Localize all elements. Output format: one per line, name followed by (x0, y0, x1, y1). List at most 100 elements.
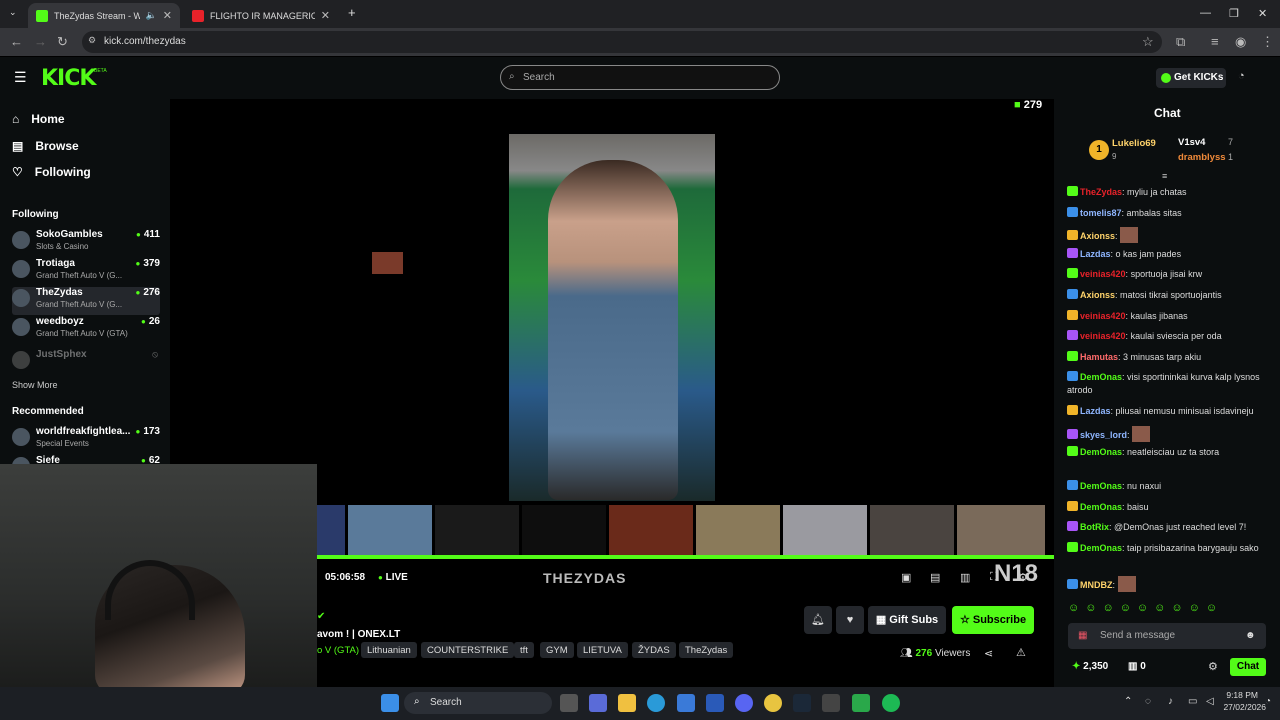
chat-message[interactable]: DemOnas: neatleisciau uz ta stora (1067, 446, 1267, 459)
subscribe-button[interactable]: ☆ Subscribe (952, 606, 1034, 634)
tab-youtube[interactable]: FLIGHTO IR MANAGERIO PIRM ✕ (184, 3, 338, 28)
tag[interactable]: Lithuanian (361, 642, 417, 658)
url-field[interactable]: kick.com/thezydas (82, 31, 1162, 53)
speaker-icon[interactable]: 🔈 (146, 10, 157, 21)
close-icon[interactable]: ✕ (321, 9, 330, 22)
windows-start-icon[interactable] (381, 694, 399, 712)
new-tab-icon[interactable]: + (348, 5, 356, 20)
report-icon[interactable]: ⚠ (1016, 646, 1026, 659)
discord-icon[interactable] (735, 694, 753, 712)
menu-dots-icon[interactable]: ⋮ (1261, 34, 1274, 50)
reload-icon[interactable]: ↻ (57, 34, 68, 50)
chat-username[interactable]: DemOnas (1080, 543, 1122, 553)
chat-message[interactable]: DemOnas: nu naxui (1067, 480, 1267, 493)
chat-username[interactable]: Lazdas (1080, 406, 1111, 416)
chat-message-input[interactable]: Send a message (1068, 623, 1266, 649)
search-input[interactable]: Search (500, 65, 780, 90)
chat-username[interactable]: Axionss (1080, 231, 1115, 241)
chat-message[interactable]: Lazdas: pliusai nemusu minisuai isdavine… (1067, 405, 1267, 418)
chat-message[interactable]: DemOnas: visi sportininkai kurva kalp ly… (1067, 371, 1267, 397)
sidebar-item-following[interactable]: ♡ Following (12, 165, 91, 179)
chat-username[interactable]: Hamutas (1080, 352, 1118, 362)
emote-bar[interactable]: ☺☺☺☺☺☺☺☺☺ (1068, 602, 1223, 614)
profile-icon[interactable]: ◉ (1235, 34, 1246, 50)
chat-message[interactable]: veinias420: sportuoja jisai krw (1067, 268, 1267, 281)
chat-username[interactable]: DemOnas (1080, 372, 1122, 382)
channel-item-selected[interactable]: TheZydas Grand Theft Auto V (G... 276 (12, 287, 160, 315)
live-progress-bar[interactable] (317, 555, 1054, 559)
task-view-icon[interactable] (560, 694, 578, 712)
file-explorer-icon[interactable] (618, 694, 636, 712)
miniplayer-icon[interactable]: ▤ (930, 571, 940, 584)
chat-message[interactable]: BotRix: @DemOnas just reached level 7! (1067, 521, 1267, 534)
store-icon[interactable] (677, 694, 695, 712)
edge-icon[interactable] (647, 694, 665, 712)
back-icon[interactable]: ← (10, 34, 23, 49)
microphone-icon[interactable]: ♪ (1168, 696, 1173, 707)
close-icon[interactable]: ✕ (163, 9, 172, 22)
chat-username[interactable]: tomelis87 (1080, 208, 1122, 218)
chat-message[interactable]: Hamutas: 3 minusas tarp akiu (1067, 351, 1267, 364)
chat-username[interactable]: Axionss (1080, 290, 1115, 300)
steam-icon[interactable] (793, 694, 811, 712)
sidebar-item-browse[interactable]: ▤ Browse (12, 139, 79, 153)
chat-message[interactable]: tomelis87: ambalas sitas (1067, 207, 1267, 220)
show-more-link[interactable]: Show More (12, 380, 58, 390)
chat-message[interactable]: Axionss: matosi tikrai sportuojantis (1067, 289, 1267, 302)
network-icon[interactable]: ▭ (1188, 696, 1197, 707)
chat-username[interactable]: DemOnas (1080, 502, 1122, 512)
chat-username[interactable]: veinias420 (1080, 331, 1126, 341)
channel-points[interactable]: ✦ 2,350 (1072, 661, 1108, 672)
user-avatar-icon[interactable]: ◔ (1238, 70, 1245, 82)
follow-button[interactable]: ♥ (836, 606, 864, 634)
chat-message[interactable]: TheZydas: myliu ja chatas (1067, 186, 1267, 199)
leaderboard-user[interactable]: dramblyss (1178, 152, 1226, 163)
chrome-icon[interactable] (764, 694, 782, 712)
clip-icon[interactable]: ▥ (960, 571, 970, 584)
taskbar-search[interactable]: Search (404, 692, 552, 714)
share-icon[interactable]: ⋖ (984, 647, 993, 660)
tray-chevron-icon[interactable]: ⌃ (1124, 696, 1132, 707)
gift-counter[interactable]: ▥ 0 (1128, 661, 1146, 672)
chat-username[interactable]: TheZydas (1080, 187, 1122, 197)
chat-message[interactable]: veinias420: kaulai sviescia per oda (1067, 330, 1267, 343)
extensions-icon[interactable]: ⧉ (1176, 34, 1185, 50)
theater-mode-icon[interactable]: ▣ (901, 571, 911, 584)
notification-bell-button[interactable]: 🔔︎ (804, 606, 832, 634)
minimize-icon[interactable]: — (1200, 7, 1211, 19)
stream-category-link[interactable]: o V (GTA) (317, 645, 359, 656)
pinned-toggle-icon[interactable]: ≡ (1162, 171, 1167, 181)
chat-message[interactable]: veinias420: kaulas jibanas (1067, 310, 1267, 323)
forward-icon[interactable]: → (34, 34, 47, 49)
get-kicks-button[interactable]: Get KICKs (1156, 68, 1226, 88)
leaderboard-user[interactable]: V1sv4 (1178, 137, 1205, 148)
channel-item[interactable]: worldfreakfightlea... Special Events 173 (12, 426, 160, 454)
clock-date[interactable]: 27/02/2026 (1210, 702, 1266, 712)
chat-message[interactable]: DemOnas: taip prisibazarina barygauju sa… (1067, 542, 1267, 555)
chat-username[interactable]: Lazdas (1080, 249, 1111, 259)
channel-item-offline[interactable]: JustSphex ⦸ (12, 349, 160, 377)
gift-icon[interactable]: ▦ (1078, 630, 1087, 641)
chat-message[interactable]: Axionss: (1067, 227, 1267, 243)
chat-username[interactable]: DemOnas (1080, 481, 1122, 491)
site-info-icon[interactable]: ⚙ (88, 35, 96, 46)
chat-username[interactable]: veinias420 (1080, 269, 1126, 279)
clock-time[interactable]: 9:18 PM (1224, 690, 1258, 700)
sidebar-item-home[interactable]: ⌂ Home (12, 112, 65, 126)
chat-message[interactable]: Lazdas: o kas jam pades (1067, 248, 1267, 261)
chat-username[interactable]: skyes_lord (1080, 430, 1127, 440)
mail-icon[interactable] (706, 694, 724, 712)
media-icon[interactable]: ≡ (1211, 34, 1219, 49)
chat-message[interactable]: MNDBZ: (1067, 576, 1267, 592)
tag[interactable]: TheZydas (679, 642, 734, 658)
tag[interactable]: ŽYDAS (632, 642, 676, 658)
chat-username[interactable]: MNDBZ (1080, 580, 1113, 590)
bookmark-star-icon[interactable]: ☆ (1142, 34, 1154, 50)
window-close-icon[interactable]: ✕ (1258, 7, 1267, 20)
chat-username[interactable]: BotRix (1080, 522, 1109, 532)
tag[interactable]: GYM (540, 642, 574, 658)
gift-subs-button[interactable]: ▦ Gift Subs (868, 606, 946, 634)
tab-search-icon[interactable]: ⌄ (9, 7, 17, 18)
app-icon[interactable] (852, 694, 870, 712)
tag[interactable]: tft (514, 642, 534, 658)
